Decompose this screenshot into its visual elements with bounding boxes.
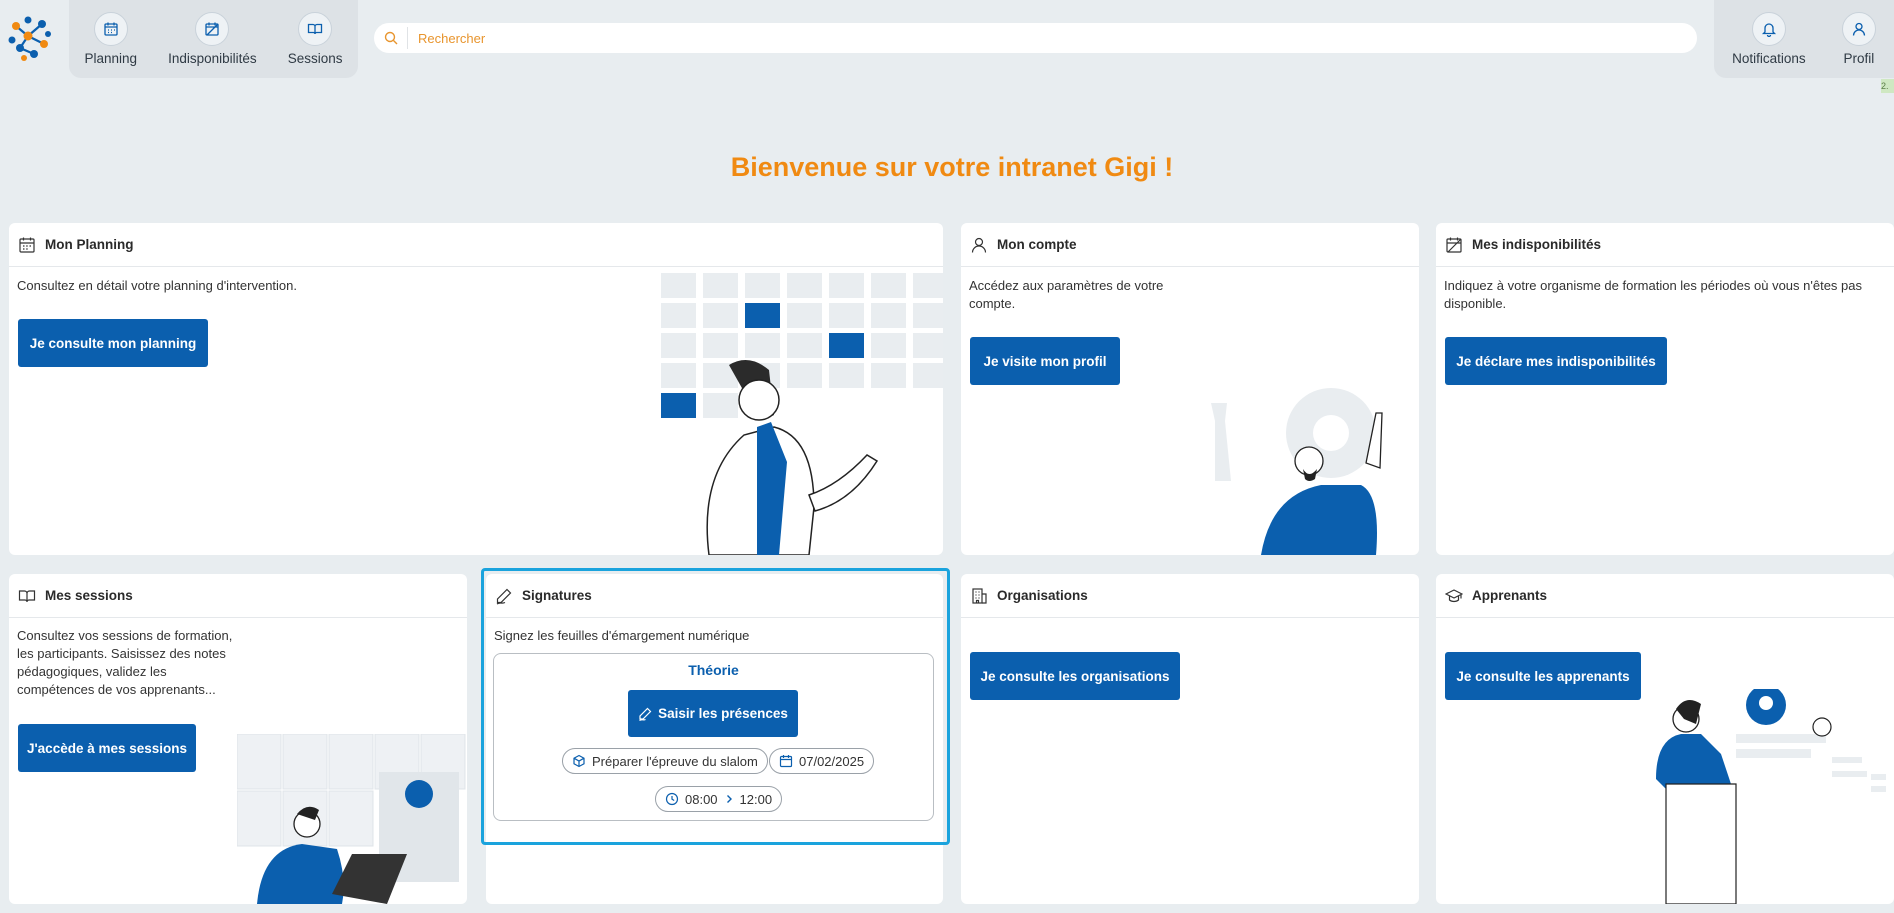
- nav-planning-label: Planning: [84, 51, 138, 66]
- session-title: Théorie: [688, 662, 739, 678]
- card-planning-desc: Consultez en détail votre planning d'int…: [17, 278, 297, 293]
- card-indispo-title: Mes indisponibilités: [1472, 237, 1602, 252]
- user-icon: [1841, 12, 1876, 46]
- calendar-off-icon: [1446, 237, 1462, 253]
- signature-pen-icon: [639, 707, 652, 721]
- card-organisations-header: Organisations: [961, 574, 1419, 618]
- app-logo[interactable]: [8, 14, 54, 62]
- settings-illustration: [1211, 388, 1383, 555]
- card-sessions-header: Mes sessions: [9, 574, 467, 618]
- search-input[interactable]: [416, 29, 1620, 47]
- time-chip: 08:00 12:00: [655, 786, 783, 812]
- nav-planning[interactable]: Planning: [84, 0, 138, 66]
- planning-illustration: [661, 273, 943, 555]
- apprenants-button[interactable]: Je consulte les apprenants: [1445, 652, 1641, 700]
- welcome-title: Bienvenue sur votre intranet Gigi !: [730, 152, 1174, 182]
- chevron-right-icon: [726, 795, 732, 803]
- indispo-button[interactable]: Je déclare mes indisponibilités: [1445, 337, 1667, 385]
- card-sessions-title: Mes sessions: [45, 588, 133, 603]
- main-nav: Planning Indisponibilités Sessions: [69, 0, 358, 78]
- nav-notifications-label: Notifications: [1732, 51, 1806, 66]
- nav-indisponibilites[interactable]: Indisponibilités: [168, 0, 257, 66]
- planning-button[interactable]: Je consulte mon planning: [18, 319, 208, 367]
- calendar-icon: [779, 755, 793, 768]
- card-indispo: Mes indisponibilités Indiquez à votre or…: [1436, 223, 1894, 555]
- card-apprenants-header: Apprenants: [1436, 574, 1894, 618]
- card-planning-header: Mon Planning: [9, 223, 943, 267]
- calendar-icon: [19, 237, 35, 253]
- nav-indisponibilites-label: Indisponibilités: [168, 51, 257, 66]
- nav-profil-label: Profil: [1843, 51, 1875, 66]
- card-indispo-desc: Indiquez à votre organisme de formation …: [1444, 278, 1863, 311]
- calendar-icon: [93, 12, 128, 46]
- book-icon: [298, 12, 333, 46]
- building-icon: [972, 587, 987, 604]
- graduation-cap-icon: [1445, 588, 1463, 602]
- organisations-button[interactable]: Je consulte les organisations: [970, 652, 1180, 700]
- date-chip: 07/02/2025: [769, 748, 875, 774]
- clock-icon: [665, 792, 679, 806]
- bell-icon: [1751, 12, 1786, 46]
- module-chip: Préparer l'épreuve du slalom: [562, 748, 768, 774]
- calendar-off-icon: [195, 12, 230, 46]
- user-nav: Notifications Profil: [1714, 0, 1894, 78]
- card-organisations-title: Organisations: [997, 588, 1088, 603]
- signature-pen-icon: [496, 588, 512, 605]
- card-signatures-header: Signatures: [486, 574, 943, 618]
- card-sessions: Mes sessions Consultez vos sessions de f…: [9, 574, 467, 904]
- card-planning-title: Mon Planning: [45, 237, 134, 252]
- nav-sessions-label: Sessions: [287, 51, 343, 66]
- card-compte-header: Mon compte: [961, 223, 1419, 267]
- version-badge: 2.: [1881, 79, 1894, 93]
- card-sessions-desc: Consultez vos sessions de formation, les…: [17, 628, 233, 697]
- card-compte: Mon compte Accédez aux paramètres de vot…: [961, 223, 1419, 555]
- card-apprenants: Apprenants Je consulte les apprenants: [1436, 574, 1894, 904]
- search-divider: [407, 27, 408, 49]
- sessions-button[interactable]: J'accède à mes sessions: [18, 724, 196, 772]
- card-signatures-desc: Signez les feuilles d'émargement numériq…: [494, 628, 750, 643]
- search-bar: [374, 23, 1697, 53]
- card-signatures: Signatures Signez les feuilles d'émargem…: [486, 574, 943, 904]
- user-icon: [971, 237, 987, 253]
- card-compte-title: Mon compte: [997, 237, 1077, 252]
- card-indispo-header: Mes indisponibilités: [1436, 223, 1894, 267]
- start-time: 08:00: [685, 791, 718, 807]
- end-time: 12:00: [739, 791, 773, 807]
- cube-icon: [573, 754, 585, 768]
- nav-notifications[interactable]: Notifications: [1732, 0, 1806, 66]
- profil-button[interactable]: Je visite mon profil: [970, 337, 1120, 385]
- module-label: Préparer l'épreuve du slalom: [592, 753, 758, 769]
- card-apprenants-title: Apprenants: [1472, 588, 1548, 603]
- apprenants-illustration: [1656, 689, 1886, 904]
- card-compte-desc: Accédez aux paramètres de votre compte.: [969, 278, 1164, 311]
- sessions-illustration: [237, 734, 466, 904]
- saisir-presences-label: Saisir les présences: [658, 706, 788, 721]
- signature-session-card: Théorie Saisir les présences Préparer l'…: [493, 653, 934, 821]
- search-icon: [384, 31, 398, 45]
- card-organisations: Organisations Je consulte les organisati…: [961, 574, 1419, 904]
- date-label: 07/02/2025: [799, 753, 865, 769]
- nav-profil[interactable]: Profil: [1841, 0, 1876, 66]
- saisir-presences-button[interactable]: Saisir les présences: [628, 690, 798, 737]
- book-icon: [18, 589, 36, 602]
- nav-sessions[interactable]: Sessions: [287, 0, 343, 66]
- card-planning: Mon Planning Consultez en détail votre p…: [9, 223, 943, 555]
- card-signatures-title: Signatures: [522, 588, 592, 603]
